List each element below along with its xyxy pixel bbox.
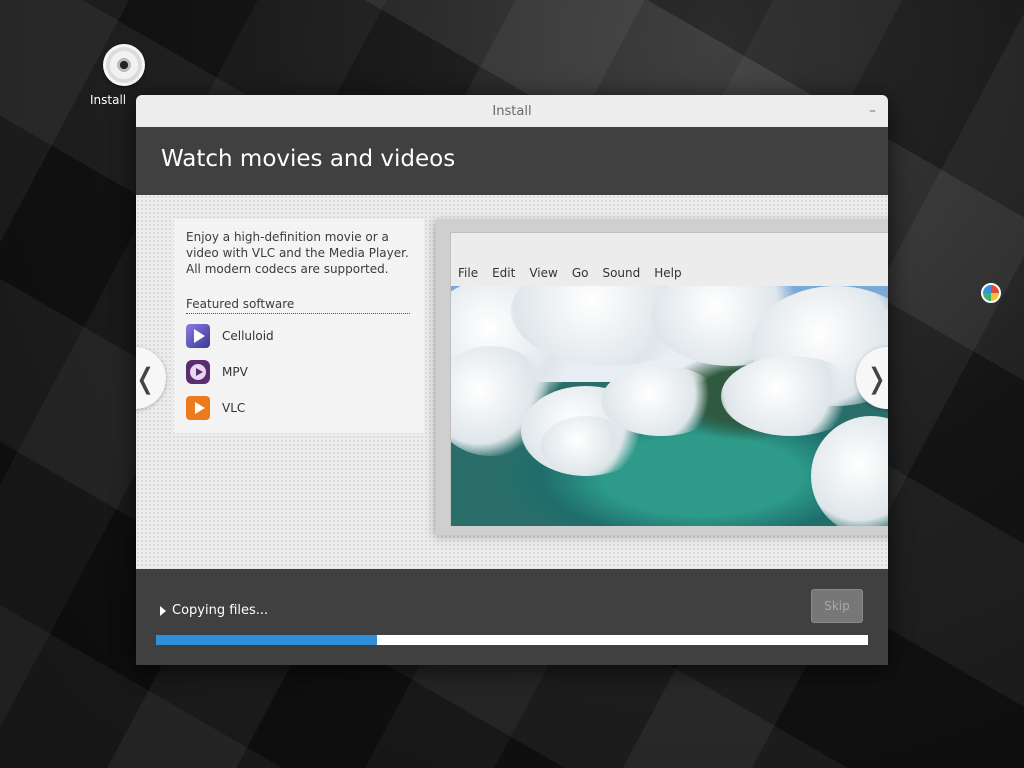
menu-sound: Sound xyxy=(602,266,641,280)
menu-help: Help xyxy=(654,266,682,280)
window-titlebar[interactable]: Install – xyxy=(136,95,888,127)
list-item: Celluloid xyxy=(186,318,412,354)
celluloid-icon xyxy=(186,324,210,348)
previous-slide-button[interactable]: ❬ xyxy=(136,347,166,409)
progress-fill xyxy=(156,635,377,645)
app-name: MPV xyxy=(222,365,248,379)
mpv-icon xyxy=(186,360,210,384)
window-title: Install xyxy=(492,103,532,119)
app-list: Celluloid MPV VLC xyxy=(186,318,412,426)
slide-description: Enjoy a high-definition movie or a video… xyxy=(186,230,409,276)
menu-edit: Edit xyxy=(492,266,516,280)
menu-view: View xyxy=(529,266,558,280)
slideshow: Enjoy a high-definition movie or a video… xyxy=(136,195,888,569)
skip-button[interactable]: Skip xyxy=(811,589,863,623)
status-text: Copying files... xyxy=(172,603,269,618)
list-item: MPV xyxy=(186,354,412,390)
details-expander[interactable]: Copying files... xyxy=(160,603,268,618)
installer-window: Install – Watch movies and videos Enjoy … xyxy=(136,95,888,665)
featured-software-heading: Featured software xyxy=(186,297,410,314)
install-footer: Copying files... Skip xyxy=(136,569,888,665)
app-name: Celluloid xyxy=(222,329,274,343)
tray-app-icon[interactable] xyxy=(981,283,1001,303)
chevron-right-icon: ❭ xyxy=(865,361,888,395)
slide-header: Watch movies and videos xyxy=(136,127,888,195)
media-player-screenshot: File Edit View Go Sound Help xyxy=(450,232,888,526)
page-title: Watch movies and videos xyxy=(161,146,456,172)
minimize-button[interactable]: – xyxy=(869,103,876,119)
menu-file: File xyxy=(458,266,479,280)
player-menubar: File Edit View Go Sound Help xyxy=(451,233,888,286)
progress-bar xyxy=(156,635,868,645)
info-card: Enjoy a high-definition movie or a video… xyxy=(174,219,424,433)
chevron-left-icon: ❬ xyxy=(136,362,157,395)
triangle-right-icon xyxy=(160,605,166,616)
list-item: VLC xyxy=(186,390,412,426)
app-name: VLC xyxy=(222,401,246,415)
menu-go: Go xyxy=(571,266,589,280)
video-frame xyxy=(451,286,888,526)
vlc-icon xyxy=(186,396,210,420)
disc-icon xyxy=(103,44,145,86)
